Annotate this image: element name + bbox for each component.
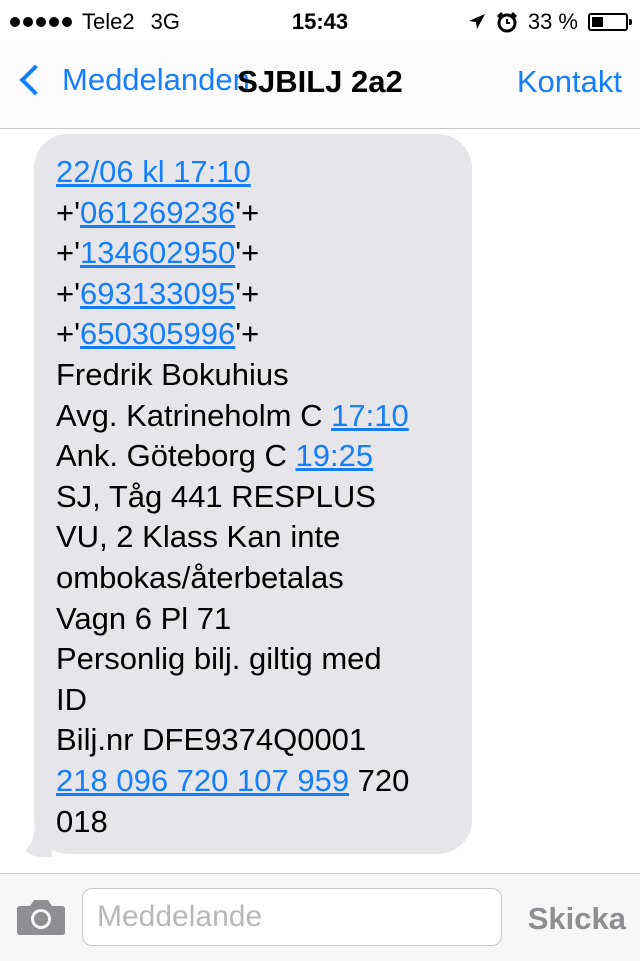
input-bar: Skicka [0,873,640,961]
message-link[interactable]: 650305996 [80,316,235,351]
message-text: Personlig bilj. giltig med [56,641,382,677]
message-line: Avg. Katrineholm C 17:10 [56,396,450,437]
message-line: Ank. Göteborg C 19:25 [56,436,450,477]
message-thread[interactable]: 22/06 kl 17:10 +'061269236'+ +'134602950'+… [0,129,640,873]
contact-button[interactable]: Kontakt [517,64,622,100]
message-line: Personlig bilj. giltig med [56,639,450,680]
message-text: ID [56,681,87,717]
message-text: '+ [235,316,260,352]
battery-icon [588,13,632,31]
status-right: 33 % [468,9,632,35]
message-text: Avg. Katrineholm C [56,397,332,433]
message-link[interactable]: 17:10 [331,398,409,433]
message-line: VU, 2 Klass Kan inte [56,517,450,558]
location-arrow-icon [468,14,485,29]
message-text: 720 [349,762,410,798]
nav-bar: Meddelanden SJBILJ 2a2 Kontakt [0,40,640,129]
message-text: +' [56,194,81,230]
send-button[interactable]: Skicka [528,901,626,937]
message-link[interactable]: 218 096 720 107 959 [56,763,349,798]
message-link[interactable]: 19:25 [296,438,374,473]
message-line: +'693133095'+ [56,274,450,315]
message-link[interactable]: 22/06 kl 17:10 [56,154,251,189]
alarm-clock-icon [496,11,517,33]
message-text: VU, 2 Klass Kan inte [56,519,341,555]
message-line: 22/06 kl 17:10 [56,152,450,193]
message-text: '+ [235,235,260,271]
message-text: +' [56,275,81,311]
message-line: +'650305996'+ [56,314,450,355]
message-text: SJ, Tåg 441 RESPLUS [56,478,376,514]
message-line: +'061269236'+ [56,193,450,234]
received-message-bubble[interactable]: 22/06 kl 17:10 +'061269236'+ +'134602950'+… [34,134,472,854]
message-text: Ank. Göteborg C [56,438,296,474]
message-line: Fredrik Bokuhius [56,355,450,396]
message-line: +'134602950'+ [56,233,450,274]
camera-icon[interactable] [16,896,66,936]
message-text: ombokas/återbetalas [56,559,344,595]
message-link[interactable]: 134602950 [80,235,235,270]
message-link[interactable]: 061269236 [80,195,235,230]
message-line: Vagn 6 Pl 71 [56,599,450,640]
message-text: '+ [235,275,260,311]
message-line: 018 [56,802,450,843]
message-line: Bilj.nr DFE9374Q0001 [56,720,450,761]
message-text: Fredrik Bokuhius [56,356,289,392]
message-text: Bilj.nr DFE9374Q0001 [56,722,367,758]
message-line: ombokas/återbetalas [56,558,450,599]
message-line: SJ, Tåg 441 RESPLUS [56,477,450,518]
message-text: +' [56,316,81,352]
message-text: '+ [235,194,260,230]
status-bar: Tele2 3G 15:43 33 % [0,0,640,40]
message-line: 218 096 720 107 959 720 [56,761,450,802]
message-text: 018 [56,803,108,839]
message-input[interactable] [82,888,502,946]
message-link[interactable]: 693133095 [80,276,235,311]
battery-percent: 33 % [527,9,578,34]
message-text: Vagn 6 Pl 71 [56,600,232,636]
message-line: ID [56,680,450,721]
message-text: +' [56,235,81,271]
